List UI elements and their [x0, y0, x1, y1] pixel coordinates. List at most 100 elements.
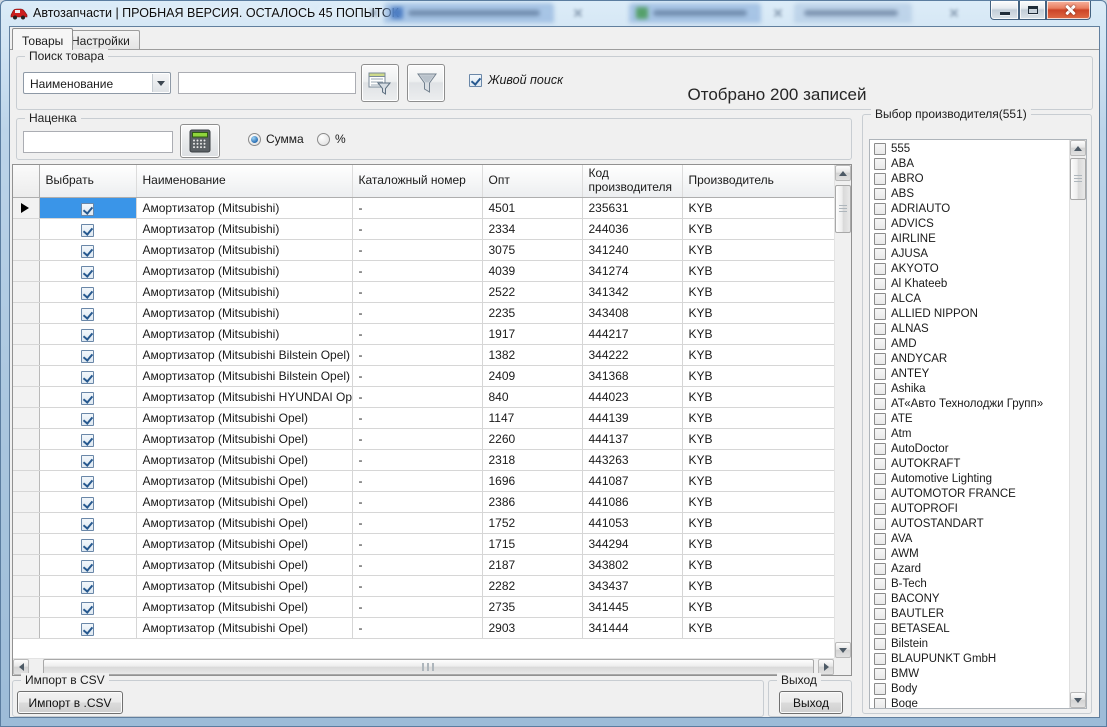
cell-opt[interactable]: 2522 [482, 281, 583, 303]
manufacturer-item[interactable]: Azard [870, 561, 1069, 576]
manufacturer-checkbox[interactable] [874, 697, 886, 708]
table-row[interactable]: Амортизатор (Mitsubishi Bilstein Opel) -… [13, 365, 837, 387]
cell-name[interactable]: Амортизатор (Mitsubishi Opel) [136, 512, 353, 534]
row-selector-cell[interactable] [13, 302, 40, 324]
list-vscroll-thumb[interactable] [1070, 158, 1086, 200]
manufacturer-checkbox[interactable] [874, 172, 886, 185]
row-header-column[interactable] [13, 165, 40, 198]
table-row[interactable]: Амортизатор (Mitsubishi Opel) - 1715 344… [13, 533, 837, 555]
manufacturer-checkbox[interactable] [874, 247, 886, 260]
cell-code[interactable]: 444217 [582, 323, 683, 345]
row-selector-cell[interactable] [13, 365, 40, 387]
maximize-button[interactable] [1019, 1, 1046, 20]
cell-catalog[interactable]: - [352, 260, 483, 282]
cell-maker[interactable]: KYB [682, 554, 837, 576]
list-scroll-down-button[interactable] [1070, 692, 1086, 708]
row-checkbox[interactable] [81, 454, 94, 468]
radio-sum[interactable]: Сумма [248, 132, 304, 146]
cell-opt[interactable]: 1696 [482, 470, 583, 492]
row-selector-cell[interactable] [13, 617, 40, 639]
table-row[interactable]: Амортизатор (Mitsubishi) - 2235 343408 K… [13, 302, 837, 324]
row-selector-cell[interactable] [13, 428, 40, 450]
manufacturer-checkbox[interactable] [874, 142, 886, 155]
cell-opt[interactable]: 2235 [482, 302, 583, 324]
row-select-cell[interactable] [39, 365, 137, 387]
cell-code[interactable]: 341274 [582, 260, 683, 282]
row-select-cell[interactable] [39, 407, 137, 429]
table-row[interactable]: Амортизатор (Mitsubishi) - 1917 444217 K… [13, 323, 837, 345]
cell-name[interactable]: Амортизатор (Mitsubishi) [136, 218, 353, 240]
manufacturer-checkbox[interactable] [874, 682, 886, 695]
close-button[interactable] [1046, 1, 1091, 20]
cell-maker[interactable]: KYB [682, 365, 837, 387]
table-row[interactable]: Амортизатор (Mitsubishi Opel) - 2187 343… [13, 554, 837, 576]
manufacturer-item[interactable]: AUTOSTANDART [870, 516, 1069, 531]
column-header-code[interactable]: Код производителя [582, 165, 683, 198]
row-select-cell[interactable] [39, 596, 137, 618]
row-checkbox[interactable] [81, 622, 94, 636]
table-row[interactable]: Амортизатор (Mitsubishi) - 2522 341342 K… [13, 281, 837, 303]
manufacturer-item[interactable]: ALLIED NIPPON [870, 306, 1069, 321]
table-row[interactable]: Амортизатор (Mitsubishi Opel) - 1696 441… [13, 470, 837, 492]
manufacturer-checkbox[interactable] [874, 457, 886, 470]
cell-name[interactable]: Амортизатор (Mitsubishi Opel) [136, 533, 353, 555]
row-checkbox[interactable] [81, 433, 94, 447]
row-checkbox[interactable] [81, 601, 94, 615]
cell-maker[interactable]: KYB [682, 428, 837, 450]
table-row[interactable]: Амортизатор (Mitsubishi Opel) - 1752 441… [13, 512, 837, 534]
column-header-select[interactable]: Выбрать [39, 165, 137, 198]
cell-opt[interactable]: 1147 [482, 407, 583, 429]
manufacturer-item[interactable]: ALNAS [870, 321, 1069, 336]
cell-name[interactable]: Амортизатор (Mitsubishi Opel) [136, 554, 353, 576]
cell-catalog[interactable]: - [352, 239, 483, 261]
row-select-cell[interactable] [39, 449, 137, 471]
cell-maker[interactable]: KYB [682, 218, 837, 240]
manufacturer-checkbox[interactable] [874, 217, 886, 230]
row-select-cell[interactable] [39, 239, 137, 261]
cell-name[interactable]: Амортизатор (Mitsubishi HYUNDAI Opel) [136, 386, 353, 408]
table-row[interactable]: Амортизатор (Mitsubishi Opel) - 2318 443… [13, 449, 837, 471]
cell-code[interactable]: 344222 [582, 344, 683, 366]
cell-catalog[interactable]: - [352, 491, 483, 513]
cell-code[interactable]: 235631 [582, 197, 683, 219]
manufacturer-checkbox[interactable] [874, 352, 886, 365]
manufacturer-checkbox[interactable] [874, 562, 886, 575]
cell-code[interactable]: 244036 [582, 218, 683, 240]
row-checkbox[interactable] [81, 223, 94, 237]
manufacturer-checkbox[interactable] [874, 577, 886, 590]
cell-name[interactable]: Амортизатор (Mitsubishi) [136, 260, 353, 282]
manufacturer-item[interactable]: AJUSA [870, 246, 1069, 261]
cell-opt[interactable]: 2318 [482, 449, 583, 471]
cell-code[interactable]: 341444 [582, 617, 683, 639]
table-row[interactable]: Амортизатор (Mitsubishi Opel) - 2903 341… [13, 617, 837, 639]
scroll-up-button[interactable] [835, 165, 851, 181]
row-selector-cell[interactable] [13, 218, 40, 240]
cell-catalog[interactable]: - [352, 533, 483, 555]
cell-code[interactable]: 443263 [582, 449, 683, 471]
row-selector-cell[interactable] [13, 470, 40, 492]
cell-code[interactable]: 344294 [582, 533, 683, 555]
row-select-cell[interactable] [39, 617, 137, 639]
row-selector-cell[interactable] [13, 260, 40, 282]
table-row[interactable]: Амортизатор (Mitsubishi Opel) - 2282 343… [13, 575, 837, 597]
cell-name[interactable]: Амортизатор (Mitsubishi Opel) [136, 575, 353, 597]
tab-tovary[interactable]: Товары [12, 28, 74, 50]
grid-vertical-scrollbar[interactable] [834, 165, 851, 658]
cell-maker[interactable]: KYB [682, 491, 837, 513]
cell-code[interactable]: 341342 [582, 281, 683, 303]
manufacturer-item[interactable]: АТ«Авто Технолоджи Групп» [870, 396, 1069, 411]
manufacturer-checkbox[interactable] [874, 367, 886, 380]
manufacturer-checkbox[interactable] [874, 442, 886, 455]
live-search-toggle[interactable]: Живой поиск [469, 73, 563, 87]
manufacturer-checkbox[interactable] [874, 232, 886, 245]
row-selector-cell[interactable] [13, 491, 40, 513]
cell-catalog[interactable]: - [352, 281, 483, 303]
list-scroll-up-button[interactable] [1070, 140, 1086, 156]
row-selector-cell[interactable] [13, 344, 40, 366]
table-row[interactable]: Амортизатор (Mitsubishi) - 2334 244036 K… [13, 218, 837, 240]
cell-code[interactable]: 341240 [582, 239, 683, 261]
manufacturer-item[interactable]: AWM [870, 546, 1069, 561]
manufacturer-checkbox[interactable] [874, 667, 886, 680]
manufacturer-item[interactable]: ADVICS [870, 216, 1069, 231]
row-checkbox[interactable] [81, 370, 94, 384]
